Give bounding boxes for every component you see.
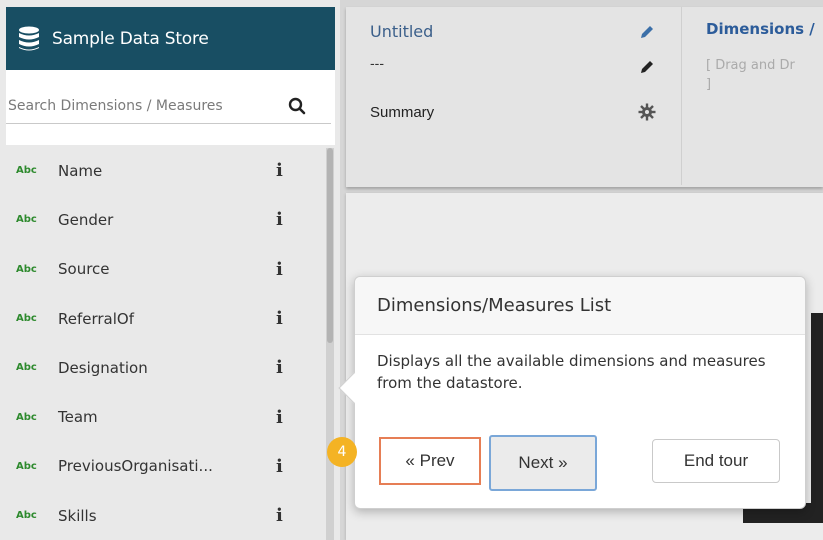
next-button[interactable]: Next » [489, 435, 597, 491]
drag-drop-hint-end: ] [706, 77, 712, 92]
string-type-badge: Abc [16, 362, 37, 374]
tour-popover: Dimensions/Measures List Displays all th… [338, 276, 806, 509]
list-item[interactable]: Abc ReferralOf i [6, 294, 335, 343]
property-panel: Untitled --- Summary Dimensions / [Drag… [346, 7, 823, 187]
info-icon[interactable]: i [276, 209, 283, 230]
search-area [6, 70, 335, 145]
edit-subtitle-icon[interactable] [639, 59, 655, 75]
view-subtitle: --- [370, 55, 384, 71]
prev-button[interactable]: « Prev [379, 437, 481, 485]
popover-title: Dimensions/Measures List [377, 295, 612, 316]
list-item[interactable]: Abc Gender i [6, 195, 335, 244]
info-icon[interactable]: i [276, 308, 283, 329]
item-label: Gender [58, 210, 114, 229]
info-icon[interactable]: i [276, 160, 283, 181]
string-type-badge: Abc [16, 411, 37, 423]
item-label: Designation [58, 358, 148, 377]
popover-body: Displays all the available dimensions an… [377, 352, 766, 392]
item-label: Name [58, 161, 103, 180]
string-type-badge: Abc [16, 510, 37, 522]
search-input[interactable] [6, 97, 288, 114]
datastore-title: Sample Data Store [52, 28, 209, 49]
scrollbar-thumb[interactable] [327, 148, 333, 343]
string-type-badge: Abc [16, 165, 37, 177]
info-icon[interactable]: i [276, 456, 283, 477]
popover-header: Dimensions/Measures List [355, 277, 805, 335]
item-label: Team [58, 408, 98, 427]
string-type-badge: Abc [16, 214, 37, 226]
item-label: ReferralOf [58, 309, 135, 328]
database-icon [19, 26, 39, 50]
datastore-header[interactable]: Sample Data Store [6, 7, 335, 70]
edit-title-icon[interactable] [639, 24, 655, 40]
info-icon[interactable]: i [276, 505, 283, 526]
string-type-badge: Abc [16, 460, 37, 472]
summary-label: Summary [370, 104, 435, 121]
info-icon[interactable]: i [276, 357, 283, 378]
list-item[interactable]: Abc Name i [6, 146, 335, 195]
string-type-badge: Abc [16, 263, 37, 275]
end-tour-button[interactable]: End tour [652, 439, 780, 483]
chart-edge [811, 313, 823, 513]
drag-drop-hint: [ Drag and Dr [706, 58, 795, 73]
dimensions-title: Dimensions / [706, 20, 815, 38]
info-icon[interactable]: i [276, 407, 283, 428]
item-label: Skills [58, 506, 97, 525]
search-icon[interactable] [288, 97, 306, 115]
dimension-list: Abc Name i Abc Gender i Abc Source i Abc… [6, 146, 335, 540]
string-type-badge: Abc [16, 313, 37, 325]
item-label: PreviousOrganisati... [58, 457, 213, 476]
panel-divider [681, 7, 682, 185]
left-panel: Sample Data Store Abc Name i Abc Gender … [0, 0, 340, 540]
list-item[interactable]: Abc Team i [6, 392, 335, 441]
step-badge: 4 [327, 437, 357, 467]
list-item[interactable]: Abc Source i [6, 245, 335, 294]
list-scrollbar[interactable] [326, 148, 334, 540]
list-item[interactable]: Abc PreviousOrganisati... i [6, 442, 335, 491]
info-icon[interactable]: i [276, 259, 283, 280]
list-item[interactable]: Abc Skills i [6, 491, 335, 540]
list-item[interactable]: Abc Designation i [6, 343, 335, 392]
search-bar [6, 88, 331, 124]
view-title[interactable]: Untitled [370, 22, 433, 41]
gear-icon[interactable] [638, 103, 656, 121]
item-label: Source [58, 260, 110, 279]
